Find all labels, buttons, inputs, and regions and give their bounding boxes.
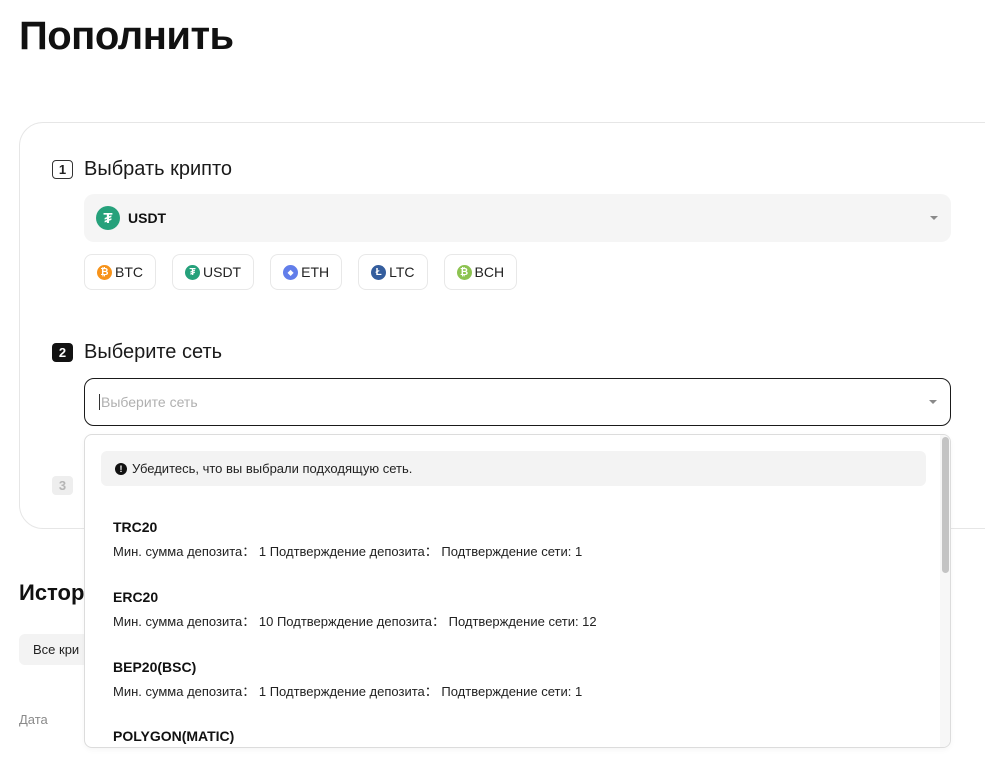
network-select-placeholder: Выберите сеть	[101, 394, 198, 410]
bitcoin-cash-icon: ₿	[456, 264, 472, 280]
text-cursor	[99, 394, 100, 410]
network-dropdown[interactable]: ! Убедитесь, что вы выбрали подходящую с…	[84, 434, 951, 748]
crypto-select[interactable]: ₮ USDT	[84, 194, 951, 242]
step-number-3: 3	[52, 476, 73, 495]
network-option-erc20[interactable]: ERC20 Мин. сумма депозита： 10 Подтвержде…	[113, 589, 597, 630]
chip-usdt[interactable]: ₮ USDT	[172, 254, 255, 290]
step-2-label: Выберите сеть	[84, 341, 223, 363]
bitcoin-icon: ₿	[97, 264, 112, 280]
network-option-polygon[interactable]: POLYGON(MATIC)	[113, 728, 235, 747]
crypto-quick-chips: ₿ BTC ₮ USDT ◆ ETH Ł LTC ₿ BCH	[84, 254, 533, 290]
step-1-label: Выбрать крипто	[84, 158, 233, 180]
network-name: BEP20(BSC)	[113, 659, 197, 675]
scrollbar-thumb[interactable]	[942, 437, 949, 573]
chip-label: LTC	[389, 264, 415, 280]
tether-icon: ₮	[185, 264, 200, 280]
step-number-1: 1	[52, 160, 73, 179]
network-notice: ! Убедитесь, что вы выбрали подходящую с…	[101, 451, 926, 486]
history-filter-label: Все кри	[33, 642, 80, 657]
network-name: TRC20	[113, 519, 158, 535]
chip-ltc[interactable]: Ł LTC	[358, 254, 428, 290]
step-number-2: 2	[52, 343, 73, 362]
network-details: Мин. сумма депозита： 1 Подтверждение деп…	[113, 684, 583, 699]
history-column-date: Дата	[19, 712, 48, 727]
step-3-header: 3	[52, 476, 73, 495]
network-name: ERC20	[113, 589, 159, 605]
network-option-trc20[interactable]: TRC20 Мин. сумма депозита： 1 Подтвержден…	[113, 519, 582, 560]
chip-label: BTC	[115, 264, 143, 280]
dropdown-scrollbar[interactable]	[940, 435, 950, 747]
chip-btc[interactable]: ₿ BTC	[84, 254, 156, 290]
chip-label: BCH	[474, 264, 505, 280]
chip-bch[interactable]: ₿ BCH	[443, 254, 518, 290]
chip-label: ETH	[301, 264, 330, 280]
history-title: Истор	[19, 580, 84, 605]
chip-eth[interactable]: ◆ ETH	[270, 254, 343, 290]
page-title: Пополнить	[19, 14, 234, 58]
network-name: POLYGON(MATIC)	[113, 728, 235, 744]
chevron-down-icon	[929, 400, 937, 404]
crypto-select-value: USDT	[128, 210, 167, 226]
chip-label: USDT	[203, 264, 242, 280]
notice-text: Убедитесь, что вы выбрали подходящую сет…	[132, 461, 413, 476]
ethereum-icon: ◆	[283, 264, 299, 280]
tether-icon: ₮	[96, 206, 120, 230]
network-select[interactable]: Выберите сеть	[84, 378, 951, 426]
step-1-header: 1 Выбрать крипто	[52, 158, 232, 181]
network-option-bep20[interactable]: BEP20(BSC) Мин. сумма депозита： 1 Подтве…	[113, 659, 582, 700]
network-details: Мин. сумма депозита： 10 Подтверждение де…	[113, 614, 597, 629]
step-2-header: 2 Выберите сеть	[52, 341, 222, 364]
network-details: Мин. сумма депозита： 1 Подтверждение деп…	[113, 544, 583, 559]
litecoin-icon: Ł	[371, 264, 387, 280]
alert-icon: !	[115, 462, 127, 475]
history-crypto-filter[interactable]: Все кри	[19, 634, 85, 665]
chevron-down-icon	[930, 216, 938, 220]
